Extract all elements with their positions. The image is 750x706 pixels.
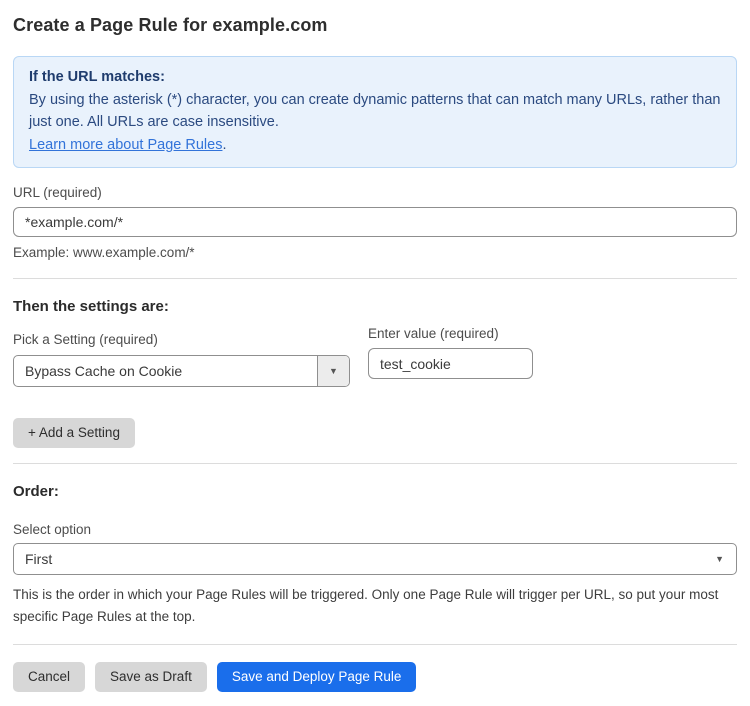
order-section-heading: Order: bbox=[13, 483, 737, 500]
divider-url-settings bbox=[13, 278, 737, 279]
settings-section-heading: Then the settings are: bbox=[13, 298, 737, 315]
setting-value-label: Enter value (required) bbox=[368, 326, 533, 341]
order-select-value: First bbox=[14, 551, 715, 567]
add-setting-button[interactable]: + Add a Setting bbox=[13, 418, 135, 448]
url-matches-info-box: If the URL matches: By using the asteris… bbox=[13, 56, 737, 168]
url-field-label: URL (required) bbox=[13, 185, 737, 200]
setting-select[interactable]: Bypass Cache on Cookie ▼ bbox=[13, 355, 350, 387]
order-select-label: Select option bbox=[13, 522, 737, 537]
info-box-heading: If the URL matches: bbox=[29, 66, 721, 89]
link-suffix: . bbox=[222, 137, 226, 153]
setting-select-column: Pick a Setting (required) Bypass Cache o… bbox=[13, 315, 350, 387]
settings-row: Pick a Setting (required) Bypass Cache o… bbox=[13, 315, 737, 387]
url-example-helper: Example: www.example.com/* bbox=[13, 245, 737, 260]
url-input[interactable] bbox=[13, 207, 737, 237]
info-box-link-line: Learn more about Page Rules. bbox=[29, 134, 721, 157]
info-box-body: By using the asterisk (*) character, you… bbox=[29, 89, 721, 134]
order-description: This is the order in which your Page Rul… bbox=[13, 584, 737, 628]
learn-more-link[interactable]: Learn more about Page Rules bbox=[29, 137, 222, 153]
divider-order-footer bbox=[13, 644, 737, 645]
order-select-arrow: ▼ bbox=[715, 555, 736, 564]
setting-value-input[interactable] bbox=[368, 348, 533, 379]
dropdown-arrow-icon: ▼ bbox=[329, 367, 338, 376]
divider-settings-order bbox=[13, 463, 737, 464]
setting-value-column: Enter value (required) bbox=[368, 326, 533, 379]
page-title: Create a Page Rule for example.com bbox=[13, 15, 737, 36]
setting-select-value: Bypass Cache on Cookie bbox=[14, 363, 317, 379]
order-select[interactable]: First ▼ bbox=[13, 543, 737, 575]
dropdown-arrow-icon: ▼ bbox=[715, 555, 724, 564]
page-rule-form: Create a Page Rule for example.com If th… bbox=[0, 15, 750, 692]
setting-select-arrow-button[interactable]: ▼ bbox=[317, 356, 349, 386]
setting-select-label: Pick a Setting (required) bbox=[13, 332, 350, 347]
